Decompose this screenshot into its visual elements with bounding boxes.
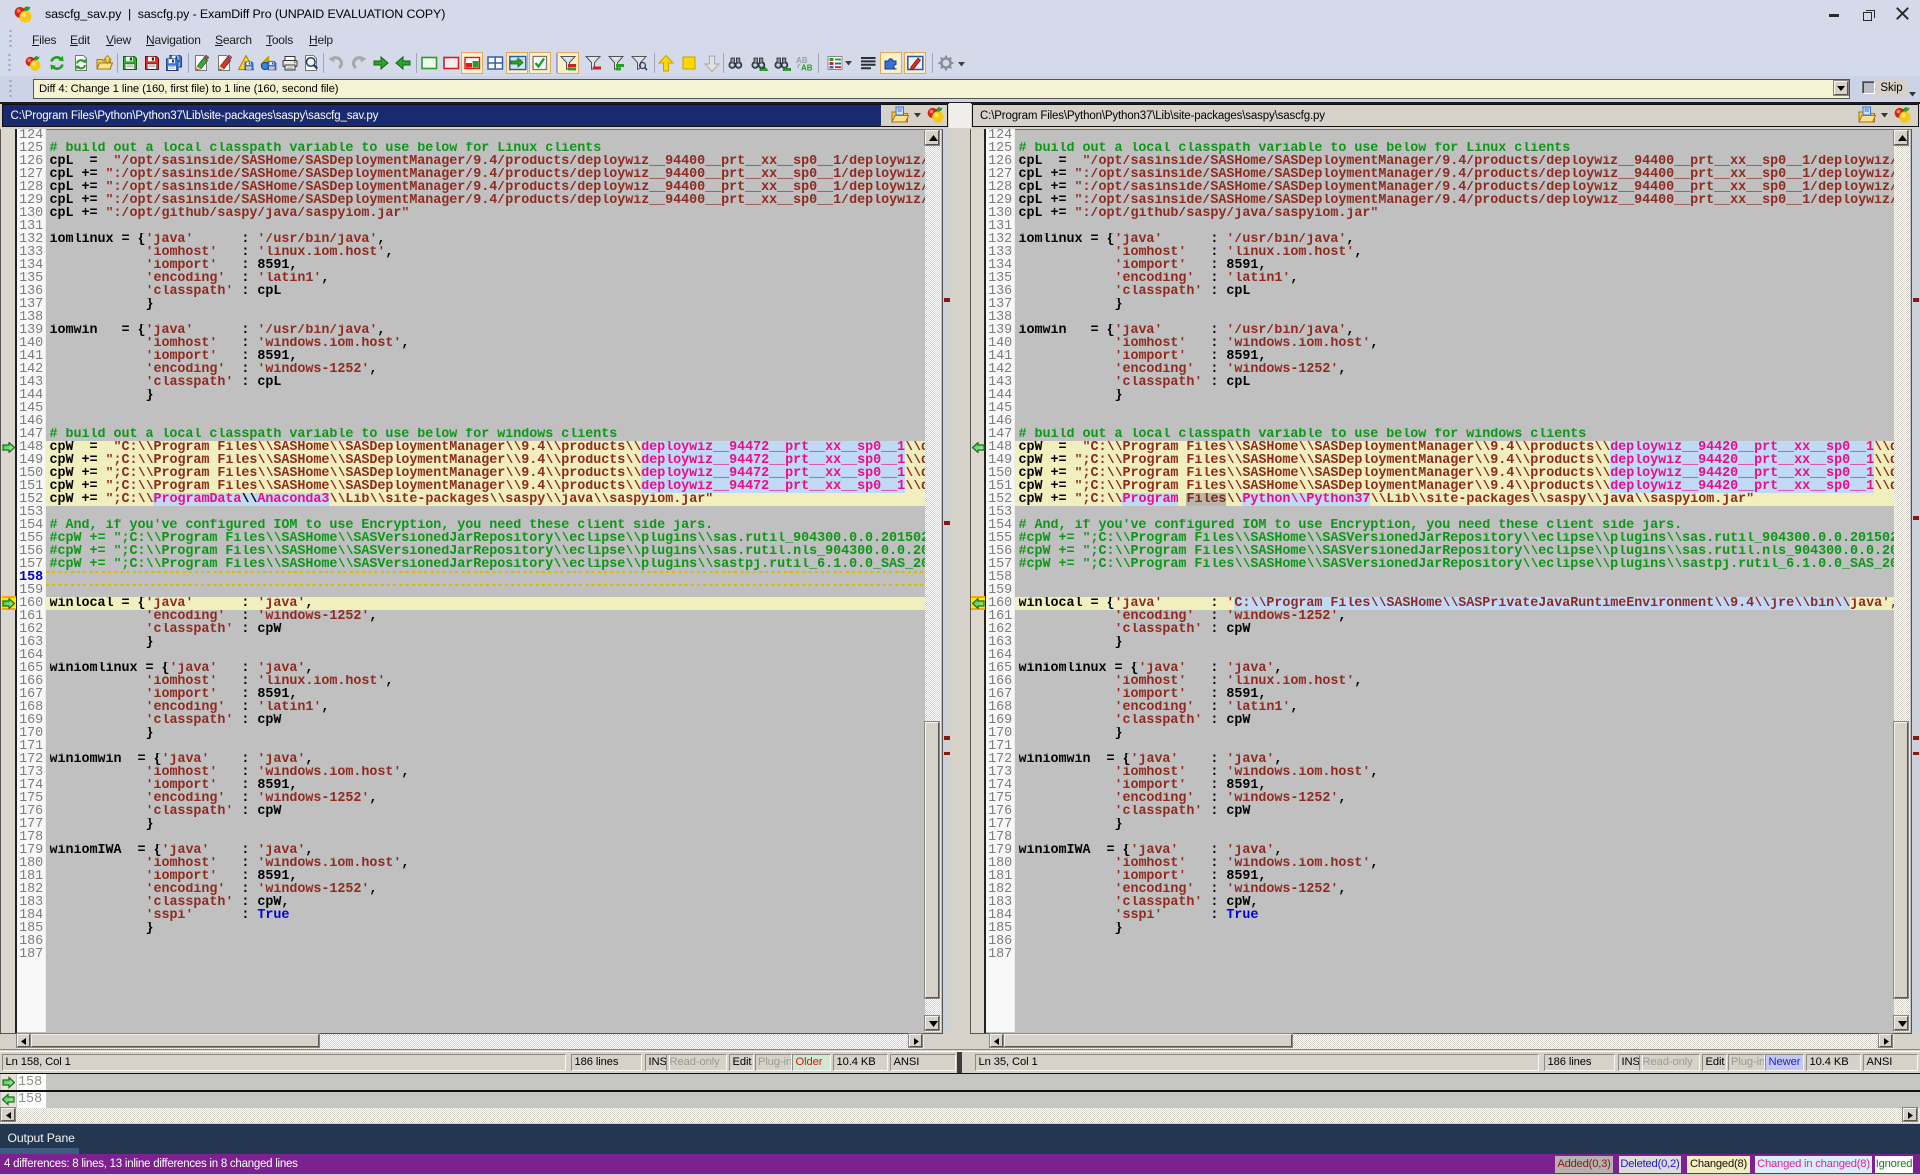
svg-text:AB: AB — [801, 64, 813, 72]
